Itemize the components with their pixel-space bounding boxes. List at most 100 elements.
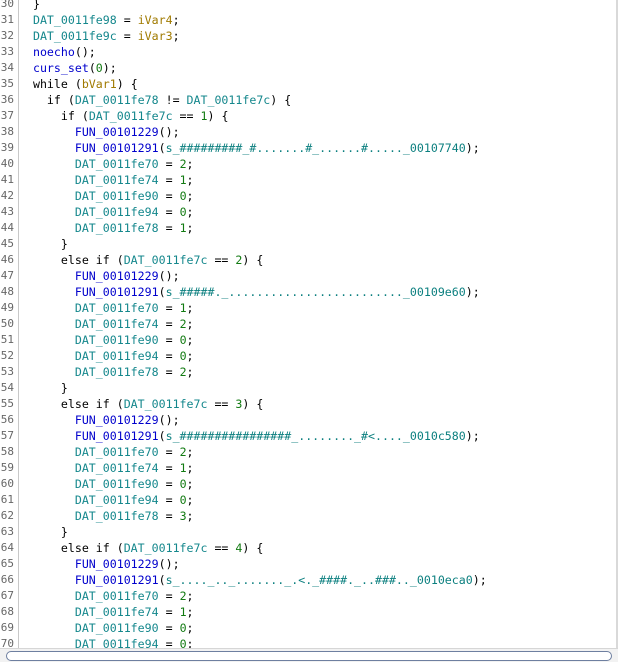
data-label-token[interactable]: DAT_0011fe7c (187, 93, 271, 107)
data-label-token[interactable]: DAT_0011fe90 (19, 333, 159, 347)
code-line[interactable]: DAT_0011fe78 = 2; (19, 364, 194, 380)
data-label-token[interactable]: DAT_0011fe78 (75, 93, 159, 107)
function-token[interactable]: FUN_00101291 (19, 429, 159, 443)
code-line[interactable]: DAT_0011fe74 = 1; (19, 604, 194, 620)
gutter-divider (18, 0, 19, 648)
function-token[interactable]: FUN_00101229 (19, 269, 159, 283)
code-line[interactable]: else if (DAT_0011fe7c == 4) { (19, 540, 263, 556)
code-line[interactable]: DAT_0011fe94 = 0; (19, 636, 194, 648)
number-token: 2 (179, 445, 187, 459)
code-line[interactable]: DAT_0011fe70 = 2; (19, 588, 194, 604)
data-label-token[interactable]: DAT_0011fe74 (19, 173, 159, 187)
data-label-token[interactable]: DAT_0011fe7c (124, 541, 208, 555)
code-line[interactable]: else if (DAT_0011fe7c == 2) { (19, 252, 263, 268)
data-label-token[interactable]: DAT_0011fe70 (19, 589, 159, 603)
code-line[interactable]: DAT_0011fe9c = iVar3; (19, 28, 180, 44)
horizontal-scrollbar-thumb[interactable] (6, 651, 612, 661)
code-line[interactable]: DAT_0011fe94 = 0; (19, 492, 194, 508)
function-token[interactable]: FUN_00101229 (19, 413, 159, 427)
code-line[interactable]: FUN_00101291(s_#########_#.......#_.....… (19, 140, 480, 156)
horizontal-scrollbar[interactable] (0, 648, 618, 662)
syntax-token: = (158, 605, 180, 619)
code-line[interactable]: FUN_00101291(s_################_........… (19, 428, 480, 444)
data-label-token[interactable]: DAT_0011fe74 (19, 605, 159, 619)
data-label-token[interactable]: DAT_0011fe78 (19, 221, 159, 235)
data-label-token[interactable]: DAT_0011fe7c (89, 109, 173, 123)
data-label-token[interactable]: DAT_0011fe74 (19, 317, 159, 331)
code-line[interactable]: DAT_0011fe78 = 1; (19, 220, 194, 236)
code-line[interactable]: noecho(); (19, 44, 96, 60)
string-label-token[interactable]: s_...._.._......._.<._####._..###.._0010… (166, 573, 473, 587)
data-label-token[interactable]: DAT_0011fe7c (124, 397, 208, 411)
string-label-token[interactable]: s_################_........_#<...._0010c… (166, 429, 466, 443)
code-line[interactable]: } (19, 380, 68, 396)
data-label-token[interactable]: DAT_0011fe74 (19, 461, 159, 475)
code-line[interactable]: DAT_0011fe90 = 0; (19, 476, 194, 492)
number-token: 0 (179, 621, 187, 635)
code-line[interactable]: } (19, 236, 68, 252)
data-label-token[interactable]: DAT_0011fe70 (19, 157, 159, 171)
data-label-token[interactable]: DAT_0011fe78 (19, 365, 159, 379)
code-line[interactable]: DAT_0011fe94 = 0; (19, 204, 194, 220)
decompiler-code-view[interactable]: 30 } 31 DAT_0011fe98 = iVar4; 32 DAT_0011f… (0, 0, 618, 648)
function-token[interactable]: FUN_00101291 (19, 573, 159, 587)
variable-token[interactable]: bVar1 (82, 77, 117, 91)
code-line[interactable]: DAT_0011fe90 = 0; (19, 332, 194, 348)
function-token[interactable]: FUN_00101291 (19, 141, 159, 155)
data-label-token[interactable]: DAT_0011fe78 (19, 509, 159, 523)
syntax-token: } (19, 381, 68, 395)
code-line[interactable]: curs_set(0); (19, 60, 117, 76)
syntax-token: ); (465, 285, 480, 299)
function-token[interactable]: noecho (19, 45, 75, 59)
function-token[interactable]: FUN_00101229 (19, 125, 159, 139)
syntax-token: = (158, 205, 180, 219)
data-label-token[interactable]: DAT_0011fe94 (19, 493, 159, 507)
code-line[interactable]: if (DAT_0011fe78 != DAT_0011fe7c) { (19, 92, 291, 108)
syntax-token: = (158, 589, 180, 603)
variable-token[interactable]: iVar4 (138, 13, 173, 27)
code-line[interactable]: DAT_0011fe78 = 3; (19, 508, 194, 524)
code-line[interactable]: FUN_00101229(); (19, 412, 180, 428)
string-label-token[interactable]: s_#########_#.......#_......#....._00107… (166, 141, 466, 155)
code-line[interactable]: } (19, 524, 68, 540)
function-token[interactable]: curs_set (19, 61, 89, 75)
code-line[interactable]: DAT_0011fe70 = 2; (19, 444, 194, 460)
code-line[interactable]: DAT_0011fe70 = 2; (19, 156, 194, 172)
data-label-token[interactable]: DAT_0011fe98 (19, 13, 117, 27)
code-line[interactable]: DAT_0011fe98 = iVar4; (19, 12, 180, 28)
code-line[interactable]: FUN_00101229(); (19, 268, 180, 284)
data-label-token[interactable]: DAT_0011fe94 (19, 637, 159, 648)
code-line[interactable]: FUN_00101229(); (19, 124, 180, 140)
variable-token[interactable]: iVar3 (138, 29, 173, 43)
syntax-token: (); (158, 557, 180, 571)
data-label-token[interactable]: DAT_0011fe70 (19, 445, 159, 459)
data-label-token[interactable]: DAT_0011fe90 (19, 189, 159, 203)
data-label-token[interactable]: DAT_0011fe90 (19, 621, 159, 635)
code-line[interactable]: DAT_0011fe94 = 0; (19, 348, 194, 364)
data-label-token[interactable]: DAT_0011fe94 (19, 349, 159, 363)
code-line[interactable]: DAT_0011fe74 = 2; (19, 316, 194, 332)
code-line[interactable]: else if (DAT_0011fe7c == 3) { (19, 396, 263, 412)
code-line[interactable]: DAT_0011fe90 = 0; (19, 620, 194, 636)
data-label-token[interactable]: DAT_0011fe9c (19, 29, 117, 43)
syntax-token: ; (186, 461, 194, 475)
code-line[interactable]: DAT_0011fe74 = 1; (19, 172, 194, 188)
string-label-token[interactable]: s_#####._........................._00109… (166, 285, 466, 299)
code-line[interactable]: } (19, 0, 40, 12)
code-line[interactable]: while (bVar1) { (19, 76, 138, 92)
code-line[interactable]: FUN_00101229(); (19, 556, 180, 572)
data-label-token[interactable]: DAT_0011fe7c (124, 253, 208, 267)
code-line[interactable]: DAT_0011fe74 = 1; (19, 460, 194, 476)
code-line[interactable]: if (DAT_0011fe7c == 1) { (19, 108, 229, 124)
data-label-token[interactable]: DAT_0011fe70 (19, 301, 159, 315)
code-line[interactable]: FUN_00101291(s_#####._..................… (19, 284, 480, 300)
code-line[interactable]: DAT_0011fe70 = 1; (19, 300, 194, 316)
function-token[interactable]: FUN_00101291 (19, 285, 159, 299)
data-label-token[interactable]: DAT_0011fe90 (19, 477, 159, 491)
line-number: 39 (0, 141, 14, 154)
syntax-token: == (207, 541, 236, 555)
data-label-token[interactable]: DAT_0011fe94 (19, 205, 159, 219)
function-token[interactable]: FUN_00101229 (19, 557, 159, 571)
code-line[interactable]: DAT_0011fe90 = 0; (19, 188, 194, 204)
code-line[interactable]: FUN_00101291(s_...._.._......._.<._####.… (19, 572, 487, 588)
